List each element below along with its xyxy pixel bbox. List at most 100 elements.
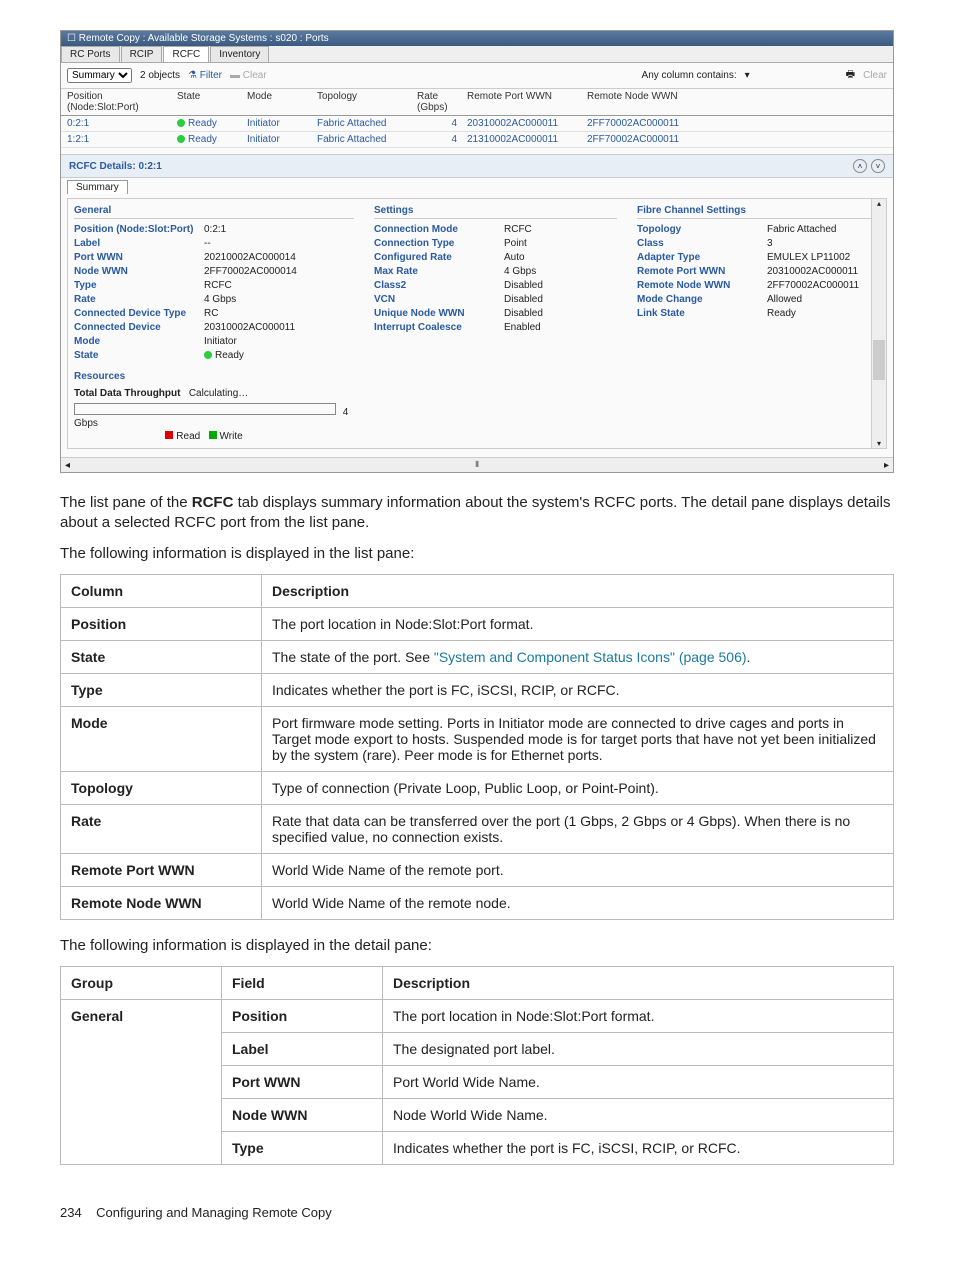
app-screenshot: ☐ Remote Copy : Available Storage System… — [60, 30, 894, 473]
list-row[interactable]: 1:2:1 Ready Initiator Fabric Attached 4 … — [61, 132, 893, 148]
expand-up-icon[interactable]: ˄ — [853, 159, 867, 173]
filter-dropdown-icon[interactable]: ▾ — [745, 70, 750, 81]
v-maxrate: 4 Gbps — [504, 265, 617, 279]
scroll-thumb[interactable] — [873, 340, 885, 380]
detail-header-bar: RCFC Details: 0:2:1 ˄ ˅ — [61, 154, 893, 178]
detail-content: General Position (Node:Slot:Port)0:2:1 L… — [67, 198, 887, 449]
horizontal-scrollbar[interactable]: ◂ ⫴ ▸ — [61, 457, 893, 472]
detail-tabs: Summary — [61, 178, 893, 196]
tab-rcfc[interactable]: RCFC — [163, 46, 209, 62]
th-description: Description — [383, 967, 894, 1000]
tab-summary[interactable]: Summary — [67, 180, 128, 194]
list-row[interactable]: 0:2:1 Ready Initiator Fabric Attached 4 … — [61, 116, 893, 132]
list-header: Position (Node:Slot:Port) State Mode Top… — [61, 89, 893, 116]
k-vcn: VCN — [374, 293, 504, 307]
k-fcrpwwn: Remote Port WWN — [637, 265, 767, 279]
v-unwwn: Disabled — [504, 307, 617, 321]
legend-write-swatch — [209, 431, 217, 439]
th-column: Column — [61, 574, 262, 607]
clear-link-2[interactable]: Clear — [863, 70, 887, 81]
v-mode: Initiator — [204, 335, 354, 349]
throughput-bar — [74, 403, 336, 415]
filter-label: Filter — [200, 70, 222, 81]
print-icon[interactable]: 🖶 — [846, 67, 855, 84]
cell-rport: 21310002AC000011 — [467, 134, 587, 145]
v-state: Ready — [204, 349, 354, 363]
v-type: RCFC — [204, 279, 354, 293]
table-row: Rate Rate that data can be transferred o… — [61, 804, 894, 853]
page-footer: 234 Configuring and Managing Remote Copy — [60, 1205, 894, 1220]
col-rportwwn[interactable]: Remote Port WWN — [467, 91, 587, 113]
tab-rcports[interactable]: RC Ports — [61, 46, 120, 62]
table-row: Topology Type of connection (Private Loo… — [61, 771, 894, 804]
object-count: 2 objects — [140, 70, 180, 81]
clear-link[interactable]: ▬ Clear — [230, 70, 267, 81]
clear-icon: ▬ — [230, 70, 240, 81]
view-selector[interactable]: Summary — [67, 68, 132, 83]
cell-rnode: 2FF70002AC000011 — [587, 134, 707, 145]
section-settings-title: Settings — [374, 205, 617, 219]
main-tabs: RC Ports RCIP RCFC Inventory — [61, 46, 893, 63]
cell-mode: Initiator — [247, 118, 317, 129]
filter-icon: ⚗ — [188, 70, 197, 81]
cell-rate: 4 — [417, 134, 467, 145]
col-topology[interactable]: Topology — [317, 91, 417, 113]
k-ic: Interrupt Coalesce — [374, 321, 504, 335]
k-nodewwn: Node WWN — [74, 265, 204, 279]
th-field: Field — [222, 967, 383, 1000]
filter-link[interactable]: ⚗ Filter — [188, 70, 222, 81]
list-pane-columns-table: Column Description Position The port loc… — [60, 574, 894, 920]
tab-inventory[interactable]: Inventory — [210, 46, 269, 62]
tdt-value: Calculating… — [189, 388, 248, 399]
col-mode[interactable]: Mode — [247, 91, 317, 113]
v-label: -- — [204, 237, 354, 251]
table-row: Mode Port firmware mode setting. Ports i… — [61, 706, 894, 771]
vertical-scrollbar[interactable]: ▴ ▾ — [871, 199, 886, 448]
legend-read: Read — [176, 431, 200, 442]
cell-state: Ready — [177, 134, 247, 145]
tdt-label: Total Data Throughput — [74, 388, 180, 399]
tab-rcip[interactable]: RCIP — [121, 46, 163, 62]
scroll-down-icon[interactable]: ▾ — [872, 439, 886, 448]
toolbar: Summary 2 objects ⚗ Filter ▬ Clear Any c… — [61, 63, 893, 89]
scroll-right-icon[interactable]: ▸ — [884, 460, 889, 471]
paragraph: The following information is displayed i… — [60, 544, 894, 564]
v-nodewwn: 2FF70002AC000014 — [204, 265, 354, 279]
paragraph: The list pane of the RCFC tab displays s… — [60, 493, 894, 534]
k-portwwn: Port WWN — [74, 251, 204, 265]
detail-title: RCFC Details: 0:2:1 — [69, 161, 162, 172]
detail-pane-fields-table: Group Field Description General Position… — [60, 966, 894, 1165]
v-portwwn: 20210002AC000014 — [204, 251, 354, 265]
v-rate: 4 Gbps — [204, 293, 354, 307]
k-fcclass: Class — [637, 237, 767, 251]
table-row: Remote Port WWN World Wide Name of the r… — [61, 853, 894, 886]
v-fcls: Ready — [767, 307, 880, 321]
col-rate[interactable]: Rate (Gbps) — [417, 91, 467, 113]
v-cd: 20310002AC000011 — [204, 321, 354, 335]
k-fcadapter: Adapter Type — [637, 251, 767, 265]
k-fcls: Link State — [637, 307, 767, 321]
table-row: Position The port location in Node:Slot:… — [61, 607, 894, 640]
cell-state: Ready — [177, 118, 247, 129]
scroll-up-icon[interactable]: ▴ — [872, 199, 886, 208]
v-fcrnwwn: 2FF70002AC000011 — [767, 279, 880, 293]
col-position[interactable]: Position (Node:Slot:Port) — [67, 91, 177, 113]
col-rnodewwn[interactable]: Remote Node WWN — [587, 91, 707, 113]
cell-topology: Fabric Attached — [317, 134, 417, 145]
table-row: State The state of the port. See "System… — [61, 640, 894, 673]
legend-read-swatch — [165, 431, 173, 439]
col-state[interactable]: State — [177, 91, 247, 113]
section-fc-title: Fibre Channel Settings — [637, 205, 880, 219]
v-fcmc: Allowed — [767, 293, 880, 307]
v-vcn: Disabled — [504, 293, 617, 307]
th-description: Description — [262, 574, 894, 607]
k-cd: Connected Device — [74, 321, 204, 335]
k-label: Label — [74, 237, 204, 251]
expand-down-icon[interactable]: ˅ — [871, 159, 885, 173]
cross-reference-link[interactable]: "System and Component Status Icons" (pag… — [434, 649, 747, 665]
k-fcmc: Mode Change — [637, 293, 767, 307]
v-fctop: Fabric Attached — [767, 223, 880, 237]
k-conntype: Connection Type — [374, 237, 504, 251]
window-icon: ☐ — [67, 33, 79, 44]
cell-topology: Fabric Attached — [317, 118, 417, 129]
